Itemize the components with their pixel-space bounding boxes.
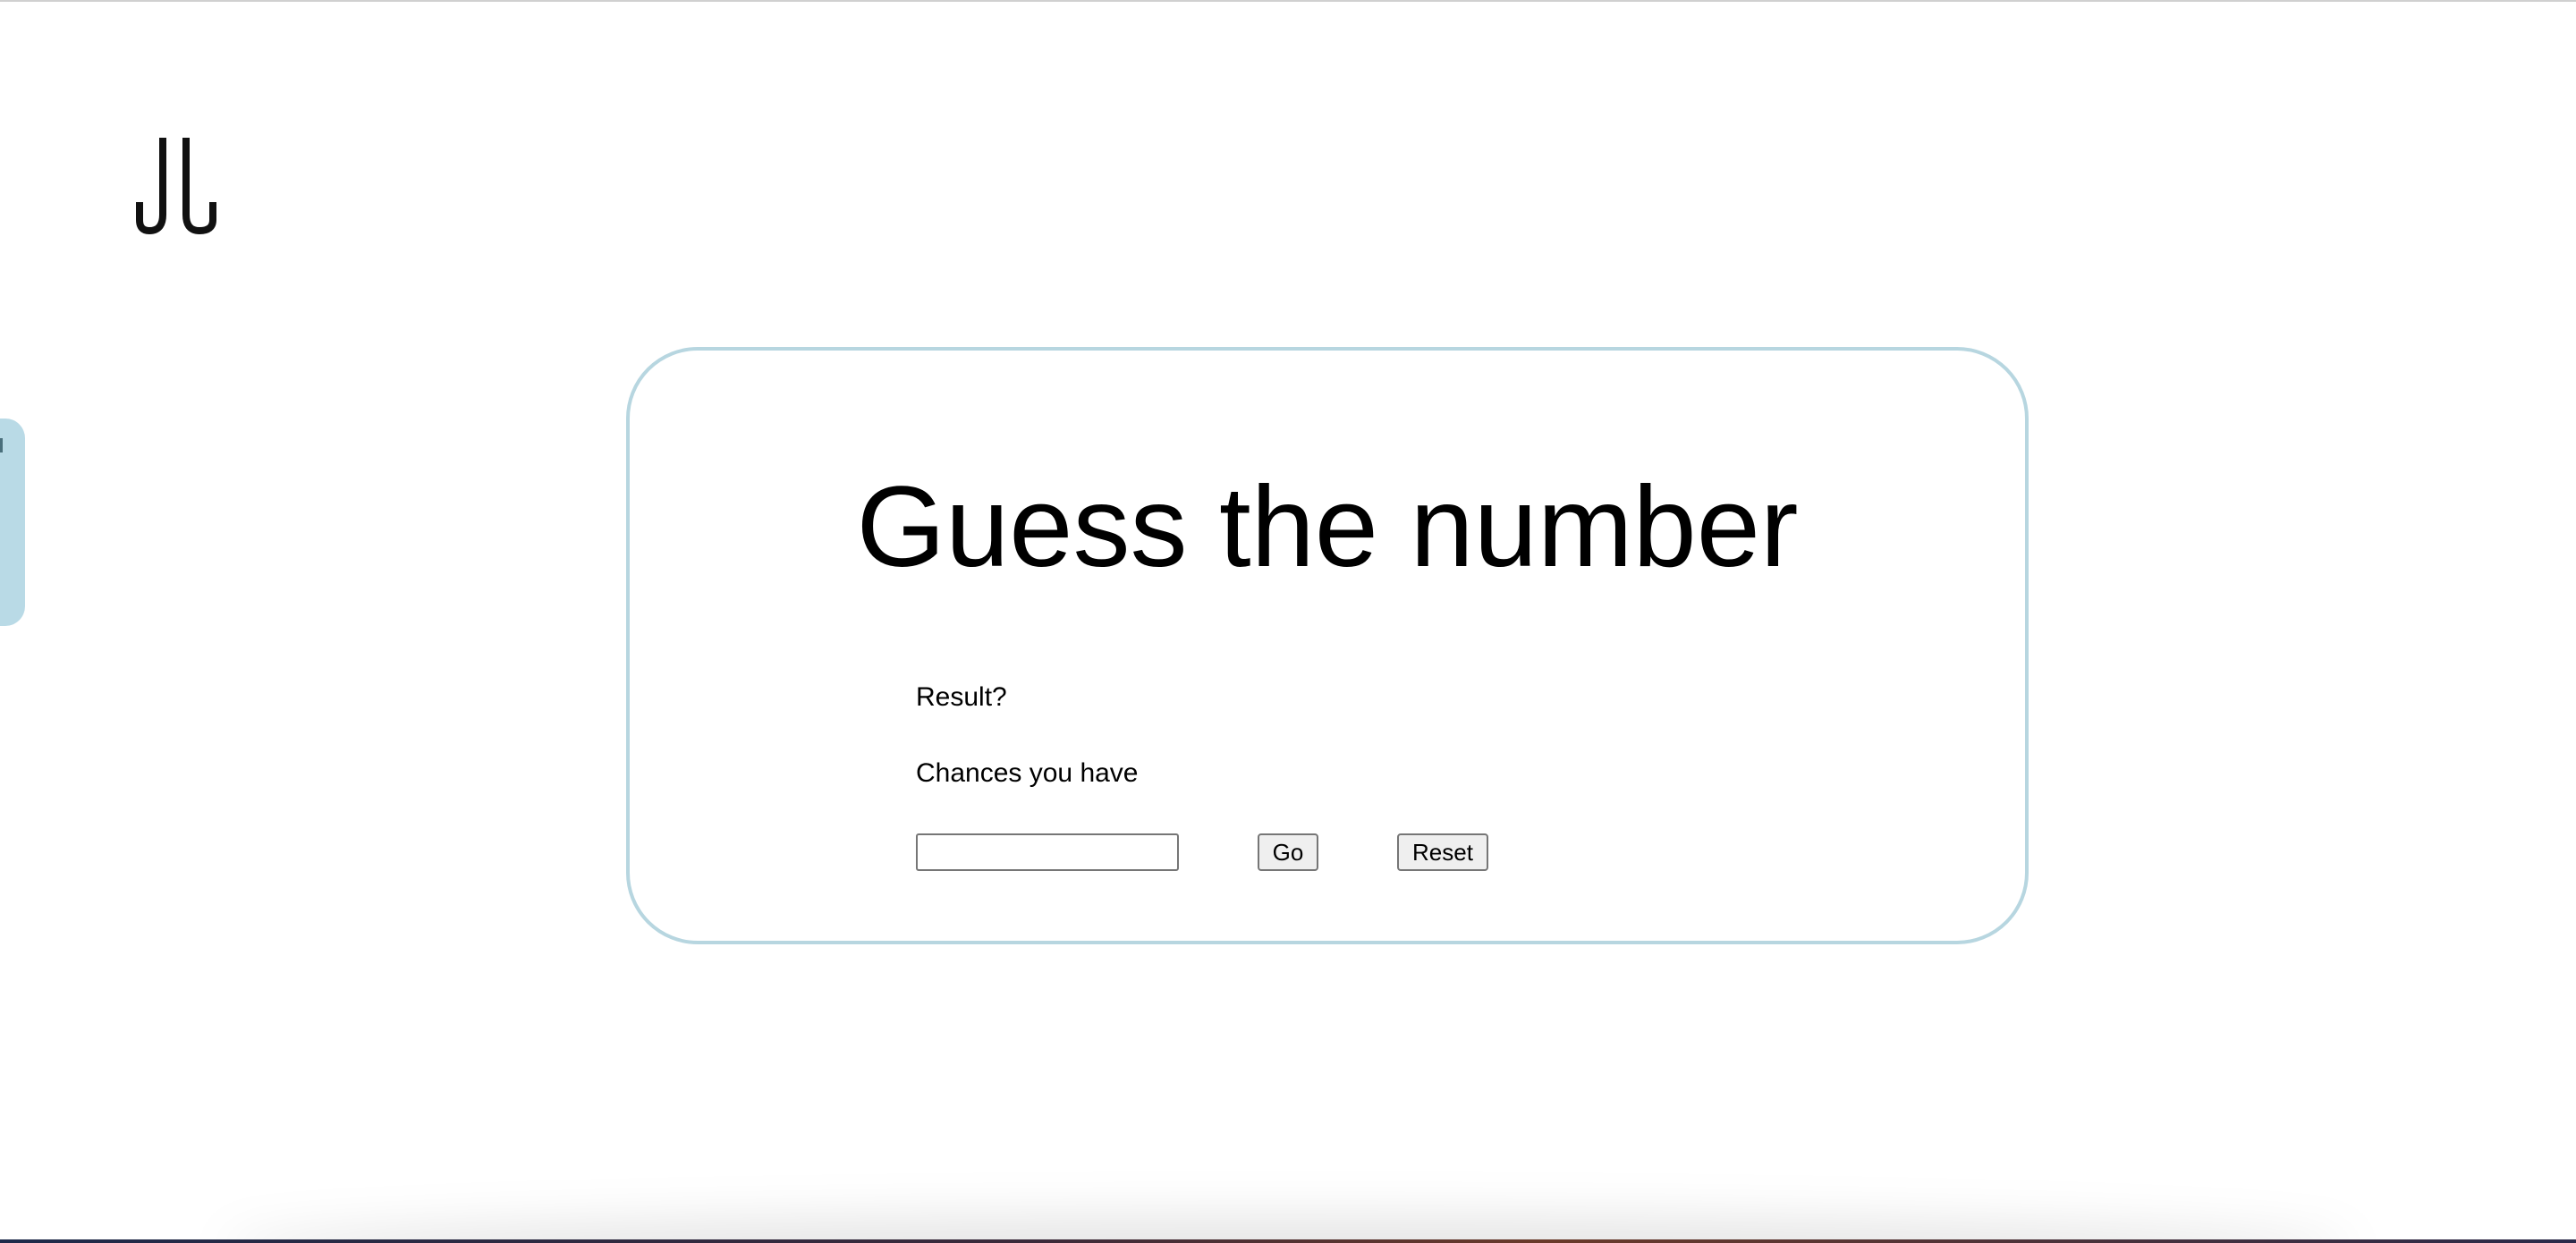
chances-text: Chances you have (916, 758, 1139, 788)
page-title: Guess the number (856, 463, 1799, 591)
go-button[interactable]: Go (1258, 833, 1318, 871)
guess-input[interactable] (916, 833, 1179, 871)
result-text: Result? (916, 682, 1007, 712)
side-tab-marker-icon (0, 438, 3, 452)
bottom-strip (0, 1239, 2576, 1243)
reset-button[interactable]: Reset (1397, 833, 1488, 871)
side-panel-tab[interactable] (0, 419, 25, 626)
jl-logo-icon[interactable] (136, 138, 216, 236)
page: Guess the number Result? Chances you hav… (0, 0, 2576, 1243)
guess-card: Guess the number Result? Chances you hav… (626, 347, 2029, 944)
